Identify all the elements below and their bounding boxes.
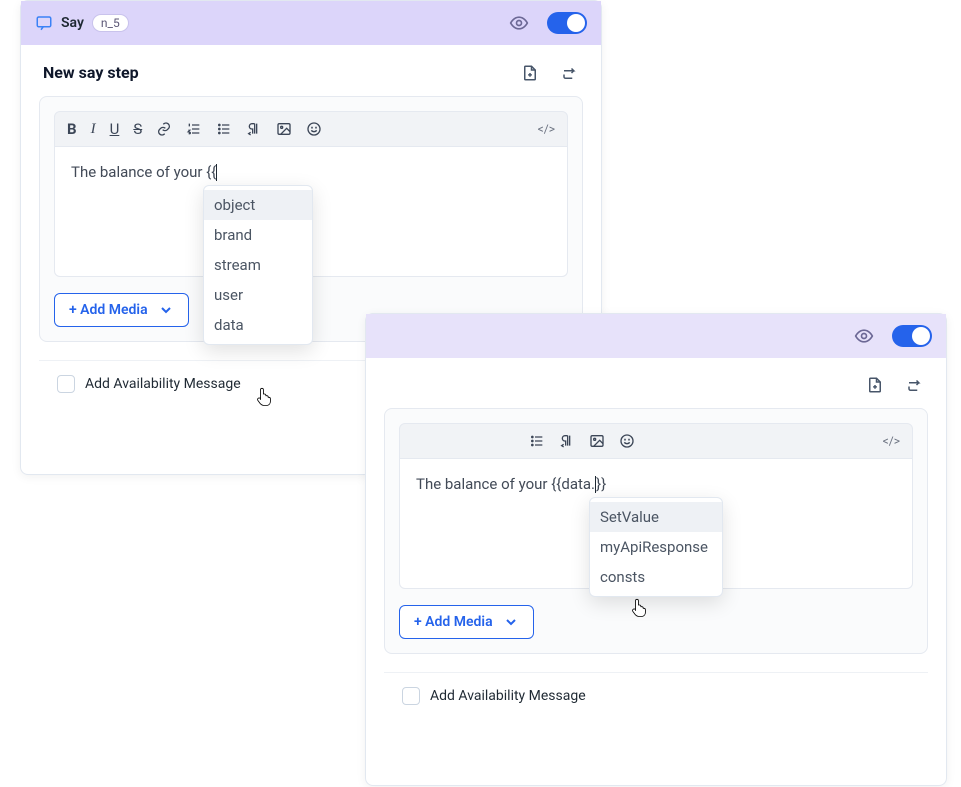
enable-toggle[interactable] (547, 12, 587, 34)
add-media-label: + Add Media (69, 302, 148, 318)
autocomplete-popover: SetValue myApiResponse consts (589, 497, 723, 597)
visibility-icon[interactable] (509, 13, 529, 33)
ordered-list-icon[interactable] (186, 121, 202, 137)
panel-header (366, 314, 946, 358)
code-toggle-icon[interactable]: </> (883, 434, 900, 448)
underline-icon[interactable]: U (110, 120, 120, 138)
autocomplete-item-user[interactable]: user (204, 280, 312, 310)
say-step-panel-secondary: B I U S </> The balance of your {{data.}… (365, 313, 947, 786)
link-icon[interactable] (156, 121, 172, 137)
availability-checkbox[interactable] (57, 375, 75, 393)
unordered-list-icon[interactable] (216, 121, 232, 137)
sub-actions (521, 64, 579, 82)
sub-title: New say step (43, 63, 139, 82)
message-editor[interactable]: The balance of your {{ object brand stre… (54, 147, 568, 277)
availability-label: Add Availability Message (430, 688, 586, 704)
strike-icon[interactable]: S (133, 120, 142, 138)
autocomplete-item-stream[interactable]: stream (204, 250, 312, 280)
message-editor[interactable]: The balance of your {{data.}} SetValue m… (399, 459, 913, 589)
enable-toggle[interactable] (892, 325, 932, 347)
editor-text-prefix: The balance of your (71, 163, 206, 181)
editor-token: {{ (206, 163, 216, 181)
unordered-list-icon[interactable] (529, 433, 545, 449)
editor-card: B I U S </> The balance of your {{data.}… (384, 408, 928, 654)
add-page-icon[interactable] (521, 64, 539, 82)
availability-row: Add Availability Message (384, 672, 928, 719)
autocomplete-item-object[interactable]: object (204, 190, 312, 220)
autocomplete-item-consts[interactable]: consts (590, 562, 722, 592)
emoji-icon[interactable] (306, 121, 322, 137)
emoji-icon[interactable] (619, 433, 635, 449)
italic-icon[interactable]: I (91, 121, 96, 138)
add-media-button[interactable]: + Add Media (399, 605, 534, 639)
bold-icon[interactable]: B (67, 120, 77, 138)
visibility-icon[interactable] (854, 326, 874, 346)
autocomplete-popover: object brand stream user data (203, 185, 313, 345)
editor-card: B I U S </> Th (39, 96, 583, 342)
editor-token: {{data. (551, 475, 595, 493)
availability-checkbox[interactable] (402, 687, 420, 705)
panel-title: Say (61, 15, 84, 31)
autocomplete-item-setvalue[interactable]: SetValue (590, 502, 722, 532)
redirect-icon[interactable] (906, 376, 924, 394)
editor-toolbar: B I U S </> (399, 423, 913, 459)
add-page-icon[interactable] (866, 376, 884, 394)
add-media-label: + Add Media (414, 614, 493, 630)
editor-token-suffix: }} (596, 475, 606, 493)
sub-actions (866, 376, 924, 394)
text-caret (216, 164, 217, 181)
say-icon (35, 14, 53, 32)
autocomplete-item-data[interactable]: data (204, 310, 312, 340)
panel-header: Say n_5 (21, 1, 601, 45)
image-icon[interactable] (589, 433, 605, 449)
add-media-button[interactable]: + Add Media (54, 293, 189, 327)
paragraph-rtl-icon[interactable] (559, 433, 575, 449)
availability-label: Add Availability Message (85, 376, 241, 392)
editor-text-prefix: The balance of your (416, 475, 551, 493)
chevron-down-icon (503, 614, 519, 630)
step-id-badge: n_5 (92, 14, 129, 32)
chevron-down-icon (158, 302, 174, 318)
editor-toolbar: B I U S </> (54, 111, 568, 147)
autocomplete-item-myapiresponse[interactable]: myApiResponse (590, 532, 722, 562)
code-toggle-icon[interactable]: </> (538, 122, 555, 136)
paragraph-rtl-icon[interactable] (246, 121, 262, 137)
redirect-icon[interactable] (561, 64, 579, 82)
sub-header (366, 358, 946, 408)
sub-header: New say step (21, 45, 601, 96)
autocomplete-item-brand[interactable]: brand (204, 220, 312, 250)
image-icon[interactable] (276, 121, 292, 137)
